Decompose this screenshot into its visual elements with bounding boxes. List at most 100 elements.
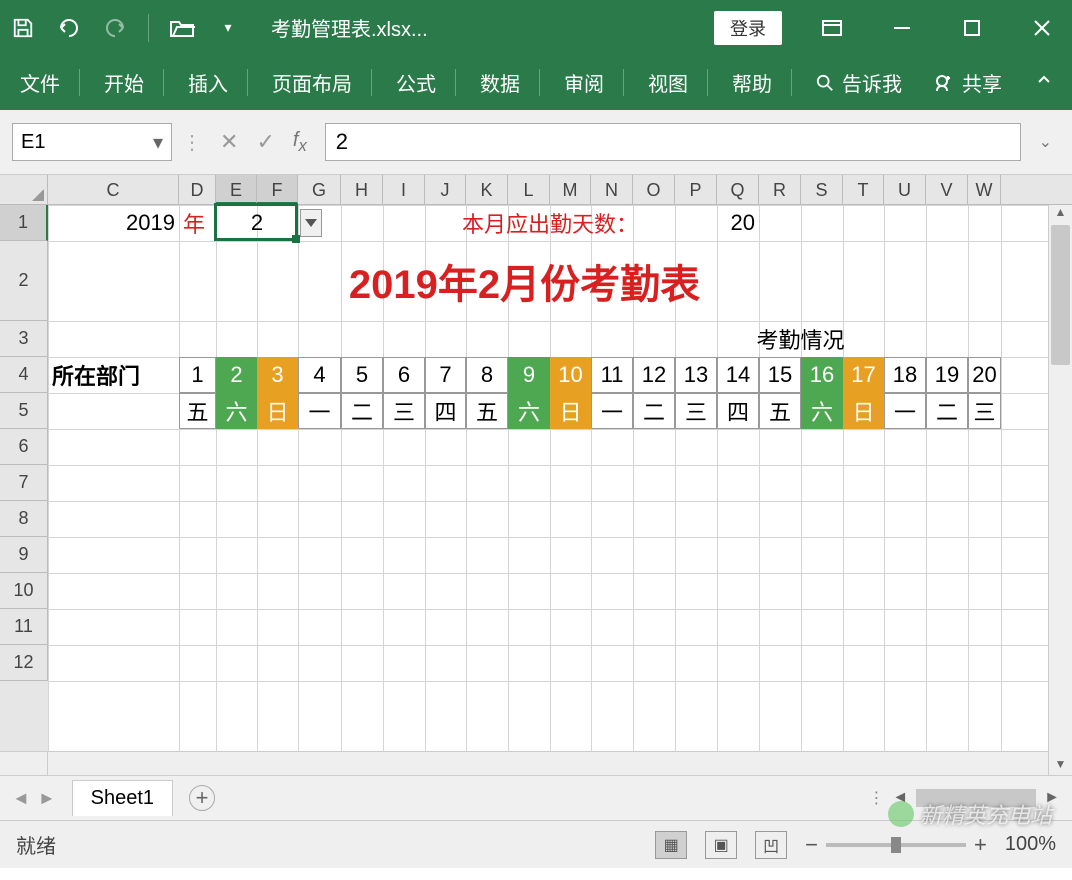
col-header-L[interactable]: L xyxy=(508,175,550,204)
collapse-ribbon-icon[interactable] xyxy=(1036,71,1052,94)
col-header-E[interactable]: E xyxy=(216,175,257,204)
cell-day-wk-10[interactable]: 日 xyxy=(550,393,591,429)
col-header-Q[interactable]: Q xyxy=(717,175,759,204)
cell-day-wk-5[interactable]: 二 xyxy=(341,393,383,429)
scroll-down-icon[interactable]: ▼ xyxy=(1049,757,1072,775)
cell-day-num-17[interactable]: 17 xyxy=(843,357,884,393)
cell-day-num-5[interactable]: 5 xyxy=(341,357,383,393)
col-header-V[interactable]: V xyxy=(926,175,968,204)
cell-day-wk-7[interactable]: 四 xyxy=(425,393,466,429)
cell-day-num-15[interactable]: 15 xyxy=(759,357,801,393)
zoom-handle[interactable] xyxy=(891,837,901,853)
cell-day-wk-1[interactable]: 五 xyxy=(179,393,216,429)
col-header-P[interactable]: P xyxy=(675,175,717,204)
cell-day-num-8[interactable]: 8 xyxy=(466,357,508,393)
select-all-button[interactable] xyxy=(0,175,48,204)
col-header-U[interactable]: U xyxy=(884,175,926,204)
tab-view[interactable]: 视图 xyxy=(648,68,708,97)
cell-day-num-2[interactable]: 2 xyxy=(216,357,257,393)
tab-help[interactable]: 帮助 xyxy=(732,68,792,97)
minimize-icon[interactable] xyxy=(882,8,922,48)
tab-nav-next-icon[interactable]: ► xyxy=(38,788,56,809)
cell-day-wk-15[interactable]: 五 xyxy=(759,393,801,429)
fx-icon[interactable]: fx xyxy=(293,129,307,156)
scroll-thumb[interactable] xyxy=(1051,225,1070,365)
tab-nav-prev-icon[interactable]: ◄ xyxy=(12,788,30,809)
cell-day-wk-11[interactable]: 一 xyxy=(591,393,633,429)
hscroll-right-icon[interactable]: ► xyxy=(1044,789,1060,807)
tab-insert[interactable]: 插入 xyxy=(188,68,248,97)
tab-review[interactable]: 审阅 xyxy=(564,68,624,97)
cells-area[interactable]: 2019年2本月应出勤天数：202019年2月份考勤表考勤情况所在部门1五2六3… xyxy=(48,205,1072,751)
row-header-10[interactable]: 10 xyxy=(0,573,48,609)
open-icon[interactable] xyxy=(169,15,195,41)
add-sheet-button[interactable]: + xyxy=(189,785,215,811)
undo-icon[interactable] xyxy=(56,15,82,41)
cell-day-num-12[interactable]: 12 xyxy=(633,357,675,393)
cell-day-wk-19[interactable]: 二 xyxy=(926,393,968,429)
cell-year-label[interactable]: 年 xyxy=(179,205,216,241)
cell-day-wk-17[interactable]: 日 xyxy=(843,393,884,429)
redo-icon[interactable] xyxy=(102,15,128,41)
close-icon[interactable] xyxy=(1022,8,1062,48)
cell-title[interactable]: 2019年2月份考勤表 xyxy=(48,241,1001,321)
row-header-1[interactable]: 1 xyxy=(0,205,48,241)
cell-day-num-19[interactable]: 19 xyxy=(926,357,968,393)
cell-day-num-14[interactable]: 14 xyxy=(717,357,759,393)
col-header-D[interactable]: D xyxy=(179,175,216,204)
hscroll-left-icon[interactable]: ◄ xyxy=(892,789,908,807)
cell-day-wk-4[interactable]: 一 xyxy=(298,393,341,429)
cell-day-wk-12[interactable]: 二 xyxy=(633,393,675,429)
row-header-4[interactable]: 4 xyxy=(0,357,48,393)
col-header-M[interactable]: M xyxy=(550,175,591,204)
cell-day-wk-20[interactable]: 三 xyxy=(968,393,1001,429)
cell-day-num-4[interactable]: 4 xyxy=(298,357,341,393)
tab-home[interactable]: 开始 xyxy=(104,68,164,97)
tab-data[interactable]: 数据 xyxy=(480,68,540,97)
vertical-scrollbar[interactable]: ▲ ▼ xyxy=(1048,205,1072,775)
row-header-2[interactable]: 2 xyxy=(0,241,48,321)
hscroll-thumb[interactable] xyxy=(916,789,1036,807)
tab-file[interactable]: 文件 xyxy=(20,68,80,97)
sheet-tab-1[interactable]: Sheet1 xyxy=(72,780,173,816)
cell-workdays-label[interactable]: 本月应出勤天数： xyxy=(425,205,675,241)
col-header-T[interactable]: T xyxy=(843,175,884,204)
col-header-H[interactable]: H xyxy=(341,175,383,204)
cell-day-wk-8[interactable]: 五 xyxy=(466,393,508,429)
cell-day-wk-16[interactable]: 六 xyxy=(801,393,843,429)
share-button[interactable]: 共享 xyxy=(934,68,1002,97)
row-header-12[interactable]: 12 xyxy=(0,645,48,681)
col-header-I[interactable]: I xyxy=(383,175,425,204)
col-header-R[interactable]: R xyxy=(759,175,801,204)
month-dropdown-button[interactable] xyxy=(300,209,322,237)
zoom-slider[interactable]: − + xyxy=(805,832,987,858)
cell-day-num-3[interactable]: 3 xyxy=(257,357,298,393)
zoom-level[interactable]: 100% xyxy=(1005,833,1056,856)
col-header-F[interactable]: F xyxy=(257,175,298,204)
cell-dept-header[interactable]: 所在部门 xyxy=(48,357,179,393)
cell-day-num-13[interactable]: 13 xyxy=(675,357,717,393)
cell-day-num-18[interactable]: 18 xyxy=(884,357,926,393)
expand-formula-bar-icon[interactable]: ⌄ xyxy=(1031,132,1060,152)
scroll-up-icon[interactable]: ▲ xyxy=(1049,205,1072,223)
accept-formula-icon[interactable]: ✓ xyxy=(256,129,274,155)
col-header-S[interactable]: S xyxy=(801,175,843,204)
row-header-11[interactable]: 11 xyxy=(0,609,48,645)
cell-day-wk-6[interactable]: 三 xyxy=(383,393,425,429)
ribbon-display-icon[interactable] xyxy=(812,8,852,48)
cell-day-num-16[interactable]: 16 xyxy=(801,357,843,393)
row-header-7[interactable]: 7 xyxy=(0,465,48,501)
tab-formulas[interactable]: 公式 xyxy=(396,68,456,97)
col-header-N[interactable]: N xyxy=(591,175,633,204)
name-box-dropdown-icon[interactable]: ▾ xyxy=(153,130,163,155)
login-button[interactable]: 登录 xyxy=(714,11,782,45)
view-page-layout-icon[interactable]: ▣ xyxy=(705,831,737,859)
cell-day-wk-3[interactable]: 日 xyxy=(257,393,298,429)
col-header-K[interactable]: K xyxy=(466,175,508,204)
cell-day-num-11[interactable]: 11 xyxy=(591,357,633,393)
zoom-in-icon[interactable]: + xyxy=(974,832,987,858)
cell-day-num-10[interactable]: 10 xyxy=(550,357,591,393)
formula-bar[interactable]: 2 xyxy=(325,123,1021,161)
name-box[interactable]: E1 ▾ xyxy=(12,123,172,161)
row-header-3[interactable]: 3 xyxy=(0,321,48,357)
